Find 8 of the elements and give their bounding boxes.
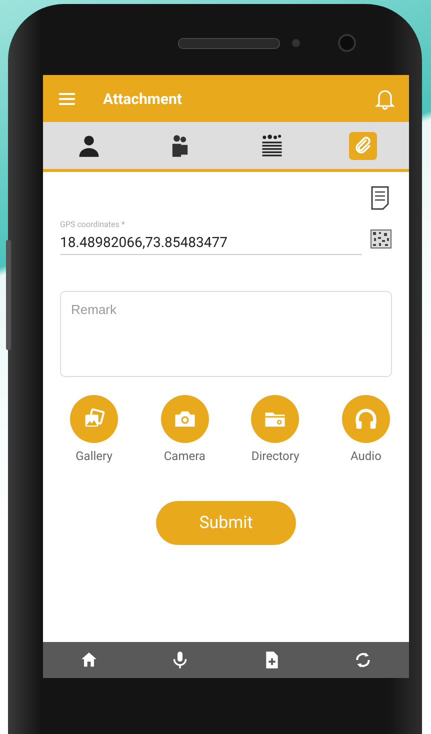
camera-lens bbox=[338, 34, 356, 52]
qr-code-icon[interactable] bbox=[370, 229, 392, 249]
document-icon[interactable] bbox=[370, 186, 390, 210]
sensor-dot bbox=[292, 39, 300, 47]
screen-title: Attachment bbox=[103, 90, 183, 108]
gps-field[interactable]: GPS coordinates * 18.48982066,73.85483477 bbox=[60, 220, 362, 255]
headphones-icon bbox=[352, 406, 379, 432]
remark-field[interactable]: Remark bbox=[60, 291, 392, 377]
